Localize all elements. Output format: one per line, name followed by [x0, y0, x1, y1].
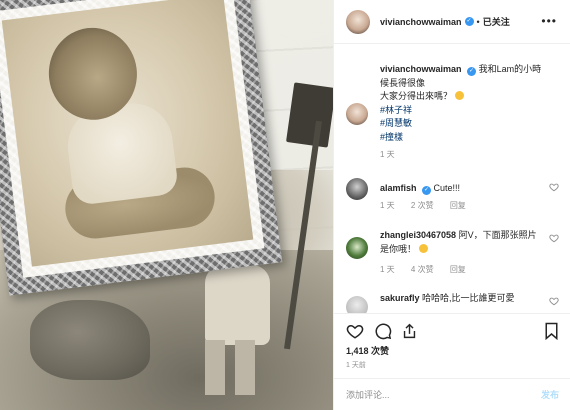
comment-reply-button[interactable]: 回复: [450, 201, 466, 210]
caption-time[interactable]: 1 天: [380, 150, 395, 159]
comment-avatar[interactable]: [346, 178, 368, 200]
comment-meta: 1 天 4 次赞 回复: [380, 264, 480, 275]
comment-username[interactable]: sakurafly: [380, 293, 420, 303]
verified-badge-icon: ✓: [422, 186, 432, 195]
comment-text: sakurafly 哈哈哈,比一比誰更可愛: [380, 292, 542, 306]
laughing-emoji-icon: [454, 91, 464, 100]
photo-rock: [30, 300, 150, 380]
caption-text: vivianchowwaiman ✓ 我和Lam的小時候長得很像 大家分得出來嗎…: [380, 63, 542, 144]
comment-body: 哈哈哈,比一比誰更可愛: [422, 293, 515, 303]
comment-heart-icon[interactable]: [549, 182, 559, 192]
post-timestamp[interactable]: 1 天前: [346, 360, 366, 370]
comment-reply-button[interactable]: 回复: [450, 265, 466, 274]
caption-line-2: 大家分得出來嗎？: [380, 91, 453, 101]
post-header: vivianchowwaiman ✓ • 已关注 •••: [334, 0, 570, 44]
post-comment-button[interactable]: 发布: [541, 388, 559, 401]
framed-baby-photo: [0, 0, 283, 296]
post-side-panel: vivianchowwaiman ✓ • 已关注 ••• vivianchoww…: [333, 0, 570, 410]
bookmark-icon[interactable]: [544, 322, 559, 340]
comment-time[interactable]: 1 天: [380, 201, 395, 210]
follow-status-button[interactable]: 已关注: [483, 15, 510, 28]
header-username[interactable]: vivianchowwaiman: [380, 17, 462, 27]
comment-heart-icon[interactable]: [549, 233, 559, 243]
comment-likes[interactable]: 4 次赞: [411, 265, 434, 274]
comment-avatar[interactable]: [346, 237, 368, 259]
caption-username[interactable]: vivianchowwaiman: [380, 64, 462, 74]
likes-count[interactable]: 1,418 次赞: [346, 344, 389, 357]
photo-lamp: [286, 82, 333, 148]
caption-meta: 1 天: [380, 149, 409, 160]
more-horizontal-icon[interactable]: •••: [541, 14, 557, 28]
comment-avatar[interactable]: [346, 296, 368, 313]
header-separator: •: [476, 16, 480, 27]
heart-icon[interactable]: [346, 322, 364, 340]
comment-body: Cute!!!: [433, 183, 461, 193]
comment-text: alamfish ✓ Cute!!!: [380, 182, 542, 196]
share-icon[interactable]: [401, 322, 418, 340]
smile-emoji-icon: [418, 243, 428, 253]
comment-username[interactable]: alamfish: [380, 183, 417, 193]
caption-avatar[interactable]: [346, 103, 368, 125]
instagram-post: vivianchowwaiman ✓ • 已关注 ••• vivianchoww…: [0, 0, 570, 410]
comment-heart-icon[interactable]: [549, 296, 559, 306]
comment-text: zhanglei30467058 阿V，下面那张照片是你哦！: [380, 229, 542, 256]
comments-list[interactable]: vivianchowwaiman ✓ 我和Lam的小時候長得很像 大家分得出來嗎…: [334, 45, 570, 313]
verified-badge-icon: ✓: [464, 17, 474, 26]
hashtag-link[interactable]: #林子祥: [380, 105, 412, 115]
verified-badge-icon: ✓: [467, 67, 477, 76]
avatar[interactable]: [346, 9, 370, 34]
comment-time[interactable]: 1 天: [380, 265, 395, 274]
post-photo[interactable]: [0, 0, 333, 410]
add-comment-bar: 发布: [334, 378, 570, 410]
comment-icon[interactable]: [374, 322, 392, 340]
comment-likes[interactable]: 2 次赞: [411, 201, 434, 210]
comment-username[interactable]: zhanglei30467058: [380, 230, 456, 240]
comment-input[interactable]: [346, 389, 541, 400]
hashtag-link[interactable]: #周慧敏: [380, 118, 412, 128]
hashtag-link[interactable]: #撞樣: [380, 132, 403, 142]
photo-baby: [34, 12, 252, 267]
action-bar: [334, 313, 570, 343]
comment-meta: 1 天 2 次赞 回复: [380, 200, 480, 211]
